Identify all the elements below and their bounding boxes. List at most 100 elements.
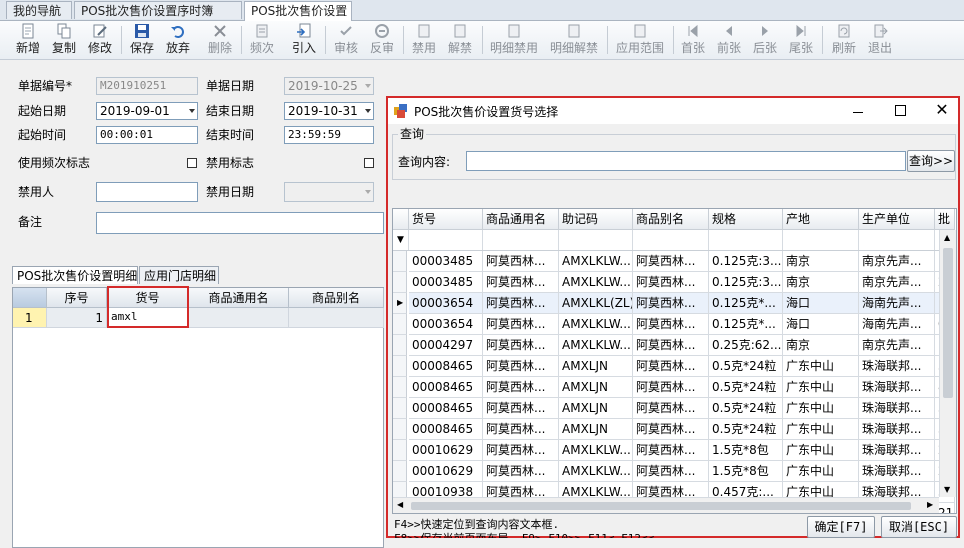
unaudit-button[interactable]: 反审 [366, 23, 398, 57]
table-row[interactable]: 00008465 阿莫西林... AMXLJN 阿莫西林... 0.5克*24粒 广东中山… [393, 356, 955, 377]
table-cell[interactable]: 广东中山 [783, 356, 859, 377]
filter-cell[interactable] [559, 230, 633, 250]
column-header[interactable]: 产地 [783, 209, 859, 230]
table-cell[interactable]: 阿莫西林... [633, 377, 709, 398]
table-cell[interactable]: 00003485 [409, 272, 483, 293]
table-cell[interactable]: 海口 [783, 314, 859, 335]
row-indicator[interactable] [393, 314, 407, 335]
row-number[interactable]: 1 [13, 308, 47, 328]
exit-button[interactable]: 退出 [864, 23, 896, 57]
table-cell[interactable]: 广东中山 [783, 377, 859, 398]
table-cell[interactable]: 阿莫西林... [483, 251, 559, 272]
table-cell[interactable]: 南京 [783, 272, 859, 293]
edit-button[interactable]: 修改 [84, 23, 116, 57]
column-header[interactable]: 序号 [47, 288, 107, 308]
table-cell[interactable]: AMXLJN [559, 419, 633, 440]
alias-cell[interactable] [289, 308, 384, 328]
generic-name-cell[interactable] [189, 308, 289, 328]
table-cell[interactable]: 珠海联邦... [859, 440, 935, 461]
row-indicator[interactable] [393, 356, 407, 377]
column-header[interactable]: 规格 [709, 209, 783, 230]
table-cell[interactable]: 海口 [783, 293, 859, 314]
table-row[interactable]: 00010629 阿莫西林... AMXLKLW... 阿莫西林... 1.5克*8包广… [393, 440, 955, 461]
table-cell[interactable]: AMXLKLW... [559, 335, 633, 356]
table-cell[interactable]: 阿莫西林... [633, 335, 709, 356]
table-cell[interactable]: 南京 [783, 251, 859, 272]
end-date-field[interactable]: 2019-10-31 [284, 102, 374, 120]
column-header[interactable]: 货号 [409, 209, 483, 230]
table-row[interactable]: 00008465 阿莫西林... AMXLJN 阿莫西林... 0.5克*24粒 广东中山… [393, 398, 955, 419]
last-record-button[interactable]: 尾张 [786, 23, 816, 57]
table-cell[interactable]: 阿莫西林... [483, 356, 559, 377]
table-cell[interactable]: 南京先声... [859, 335, 935, 356]
table-cell[interactable]: AMXLKLW... [559, 440, 633, 461]
table-cell[interactable]: 阿莫西林... [483, 335, 559, 356]
table-row[interactable]: ▶ 00003654 阿莫西林... AMXLKL(ZL) 阿莫西林... 0.125克*… [393, 293, 955, 314]
apply-scope-button[interactable]: 应用范围 [614, 23, 666, 57]
column-header[interactable]: 生产单位 [859, 209, 935, 230]
table-cell[interactable]: AMXLKL(ZL) [559, 293, 633, 314]
table-cell[interactable]: 0.125克*... [709, 293, 783, 314]
table-cell[interactable]: 珠海联邦... [859, 398, 935, 419]
row-indicator[interactable] [393, 440, 407, 461]
filter-cell[interactable] [859, 230, 935, 250]
ok-button[interactable]: 确定[F7] [807, 516, 875, 538]
table-cell[interactable]: 1.5克*8包 [709, 440, 783, 461]
table-cell[interactable]: 阿莫西林... [633, 356, 709, 377]
table-cell[interactable]: 阿莫西林... [483, 377, 559, 398]
table-cell[interactable]: 00003485 [409, 251, 483, 272]
end-time-field[interactable]: 23:59:59 [284, 126, 374, 144]
column-header[interactable]: 商品别名 [289, 288, 384, 308]
table-cell[interactable]: AMXLKLW... [559, 272, 633, 293]
table-cell[interactable]: AMXLJN [559, 356, 633, 377]
table-cell[interactable]: 阿莫西林... [633, 461, 709, 482]
seq-cell[interactable]: 1 [47, 308, 107, 328]
table-cell[interactable]: 00008465 [409, 419, 483, 440]
new-button[interactable]: 新增 [12, 23, 44, 57]
table-cell[interactable]: 0.25克:62... [709, 335, 783, 356]
disable-date-field[interactable] [284, 182, 374, 202]
table-cell[interactable]: 0.5克*24粒 [709, 356, 783, 377]
table-cell[interactable]: 00003654 [409, 314, 483, 335]
table-cell[interactable]: AMXLJN [559, 377, 633, 398]
table-cell[interactable]: 0.125克*... [709, 314, 783, 335]
filter-cell[interactable] [483, 230, 559, 250]
table-cell[interactable]: 阿莫西林... [483, 272, 559, 293]
table-cell[interactable]: 1.5克*8包 [709, 461, 783, 482]
filter-cell[interactable] [409, 230, 483, 250]
table-row[interactable]: 00003485 阿莫西林... AMXLKLW... 阿莫西林... 0.125克:3… [393, 272, 955, 293]
tab-price-list[interactable]: POS批次售价设置序时簿 [74, 1, 242, 19]
import-button[interactable]: 引入 [288, 23, 320, 57]
table-cell[interactable]: 广东中山 [783, 440, 859, 461]
row-indicator[interactable] [393, 419, 407, 440]
table-cell[interactable]: AMXLJN [559, 398, 633, 419]
table-cell[interactable]: 00008465 [409, 356, 483, 377]
table-cell[interactable]: 珠海联邦... [859, 461, 935, 482]
disabled-by-field[interactable] [96, 182, 198, 202]
table-row[interactable]: 00008465 阿莫西林... AMXLJN 阿莫西林... 0.5克*24粒 广东中山… [393, 377, 955, 398]
close-button[interactable]: ✕ [932, 99, 952, 121]
audit-button[interactable]: 审核 [330, 23, 362, 57]
tab-my-navigation[interactable]: 我的导航 [6, 1, 72, 19]
column-header[interactable]: 商品通用名 [483, 209, 559, 230]
filter-cell[interactable] [709, 230, 783, 250]
table-cell[interactable]: 珠海联邦... [859, 356, 935, 377]
table-cell[interactable]: 阿莫西林... [483, 314, 559, 335]
detail-disable-button[interactable]: 明细禁用 [488, 23, 540, 57]
cancel-button[interactable]: 取消[ESC] [881, 516, 957, 538]
table-cell[interactable]: AMXLKLW... [559, 251, 633, 272]
table-cell[interactable]: 广东中山 [783, 461, 859, 482]
detail-enable-button[interactable]: 明细解禁 [548, 23, 600, 57]
first-record-button[interactable]: 首张 [678, 23, 708, 57]
table-cell[interactable]: 阿莫西林... [633, 293, 709, 314]
table-cell[interactable]: 阿莫西林... [483, 461, 559, 482]
table-cell[interactable]: 南京先声... [859, 272, 935, 293]
query-content-input[interactable] [466, 151, 906, 171]
table-cell[interactable]: 阿莫西林... [483, 419, 559, 440]
table-cell[interactable]: 海南先声... [859, 293, 935, 314]
frequency-button[interactable]: 频次 [246, 23, 278, 57]
doc-no-field[interactable]: M201910251 [96, 77, 198, 95]
row-indicator[interactable] [393, 251, 407, 272]
table-cell[interactable]: 广东中山 [783, 398, 859, 419]
table-cell[interactable]: 00003654 [409, 293, 483, 314]
